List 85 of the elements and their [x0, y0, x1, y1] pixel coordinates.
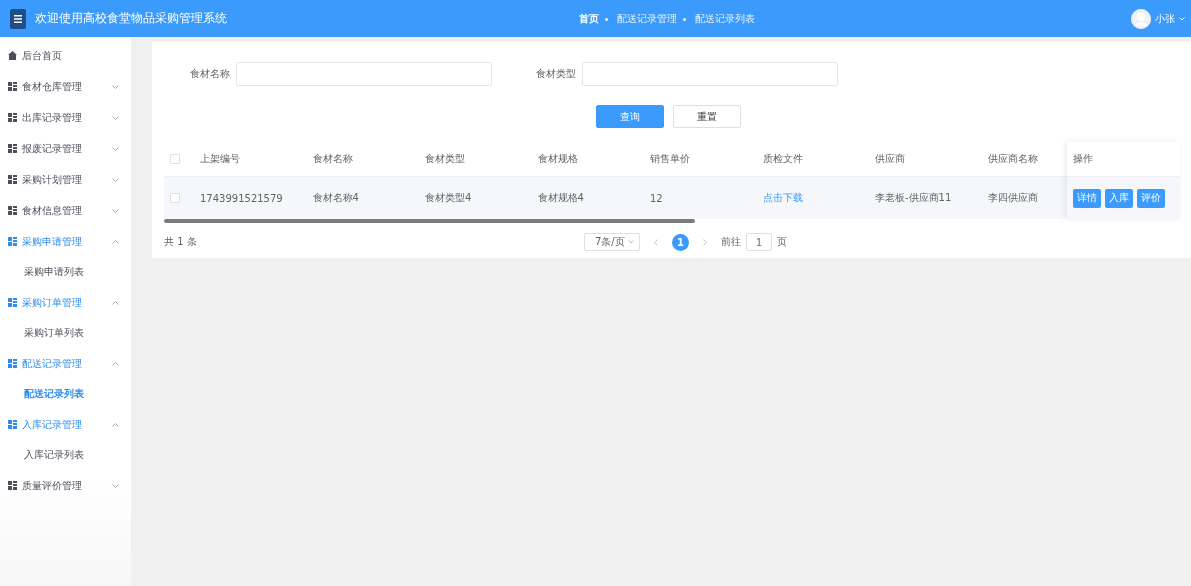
- chevron-up-icon: [112, 239, 119, 244]
- field-label: 食材名称: [190, 67, 230, 81]
- grid-icon: [8, 113, 17, 122]
- menu-icon: [14, 14, 22, 23]
- action-button[interactable]: 详情: [1073, 188, 1101, 208]
- download-link[interactable]: 点击下载: [762, 191, 803, 205]
- column-header: 食材名称: [312, 152, 353, 166]
- grid-icon: [8, 298, 17, 307]
- submenu-item[interactable]: 配送记录列表: [0, 379, 131, 409]
- page-suffix: 页: [777, 235, 787, 249]
- table-cell: 李四供应商: [987, 191, 1038, 205]
- page-input[interactable]: 1: [746, 233, 772, 251]
- app-title: 欢迎使用高校食堂物品采购管理系统: [35, 10, 227, 27]
- page-number[interactable]: 1: [672, 233, 689, 251]
- sidebar-item[interactable]: 食材信息管理: [0, 195, 131, 226]
- column-header: 食材规格: [537, 152, 578, 166]
- grid-icon: [8, 359, 17, 368]
- table-cell: 食材规格4: [537, 191, 584, 205]
- home-icon: [8, 51, 17, 60]
- submenu-item[interactable]: 入库记录列表: [0, 440, 131, 470]
- grid-icon: [8, 175, 17, 184]
- search-button[interactable]: 查询: [596, 105, 664, 128]
- chevron-up-icon: [112, 422, 119, 427]
- input-field[interactable]: [236, 62, 492, 86]
- grid-icon: [8, 237, 17, 246]
- user-name[interactable]: 小张: [1155, 11, 1175, 26]
- grid-icon: [8, 420, 17, 429]
- sidebar-item[interactable]: 报废记录管理: [0, 133, 131, 164]
- sidebar-item[interactable]: 质量评价管理: [0, 470, 131, 501]
- chevron-down-icon: [112, 146, 119, 151]
- sidebar-item[interactable]: 后台首页: [0, 40, 131, 71]
- table-cell: 12: [650, 192, 663, 204]
- breadcrumb-link[interactable]: 首页: [579, 12, 599, 26]
- chevron-down-icon: [112, 177, 119, 182]
- chevron-down-icon[interactable]: [1179, 16, 1185, 21]
- total-count: 共 1 条: [164, 235, 198, 249]
- chevron-down-icon: [112, 115, 119, 120]
- breadcrumb-dot: [683, 17, 686, 21]
- submenu-item[interactable]: 采购订单列表: [0, 318, 131, 348]
- table-cell: 1743991521579: [200, 192, 283, 204]
- grid-icon: [8, 206, 17, 215]
- chevron-left-icon: [654, 238, 658, 246]
- column-header: 上架编号: [200, 152, 240, 166]
- sidebar-item[interactable]: 配送记录管理: [0, 348, 131, 379]
- chevron-down-icon: [112, 208, 119, 213]
- scrollbar-thumb[interactable]: [164, 219, 695, 223]
- breadcrumb-dot: [605, 17, 608, 21]
- breadcrumb-link[interactable]: 配送记录列表: [695, 12, 755, 26]
- input-field[interactable]: [582, 62, 838, 86]
- sidebar-item[interactable]: 采购订单管理: [0, 287, 131, 318]
- menu-button[interactable]: [10, 8, 26, 29]
- sidebar-item[interactable]: 食材仓库管理: [0, 71, 131, 102]
- action-button[interactable]: 入库: [1105, 188, 1133, 208]
- column-header: 供应商名称: [987, 152, 1038, 166]
- goto-label: 前往: [721, 235, 741, 249]
- sidebar-item[interactable]: 入库记录管理: [0, 409, 131, 440]
- chevron-down-icon: [628, 240, 634, 244]
- chevron-up-icon: [112, 300, 119, 305]
- reset-button[interactable]: 重置: [673, 105, 741, 128]
- column-header: 供应商: [875, 152, 905, 166]
- submenu-item[interactable]: 采购申请列表: [0, 257, 131, 287]
- sidebar-item[interactable]: 出库记录管理: [0, 102, 131, 133]
- table-cell: 李老板-供应商11: [875, 191, 952, 205]
- grid-icon: [8, 481, 17, 490]
- chevron-right-icon: [703, 238, 707, 246]
- chevron-up-icon: [112, 361, 119, 366]
- checkbox[interactable]: [170, 193, 180, 203]
- chevron-down-icon: [112, 84, 119, 89]
- grid-icon: [8, 82, 17, 91]
- column-header: 质检文件: [762, 152, 803, 166]
- breadcrumb-link[interactable]: 配送记录管理: [617, 12, 677, 26]
- field-label: 食材类型: [536, 67, 576, 81]
- action-button[interactable]: 评价: [1137, 188, 1165, 208]
- column-header: 操作: [1073, 152, 1093, 166]
- sidebar-item[interactable]: 采购申请管理: [0, 226, 131, 257]
- avatar-icon[interactable]: [1131, 8, 1151, 29]
- sidebar-item[interactable]: 采购计划管理: [0, 164, 131, 195]
- column-header: 食材类型: [425, 152, 465, 166]
- column-header: 销售单价: [650, 152, 690, 166]
- table-cell: 食材类型4: [425, 191, 472, 205]
- table-cell: 食材名称4: [312, 191, 359, 205]
- chevron-down-icon: [112, 483, 119, 488]
- grid-icon: [8, 144, 17, 153]
- checkbox[interactable]: [170, 154, 180, 164]
- page-size-select[interactable]: 7条/页: [584, 233, 640, 251]
